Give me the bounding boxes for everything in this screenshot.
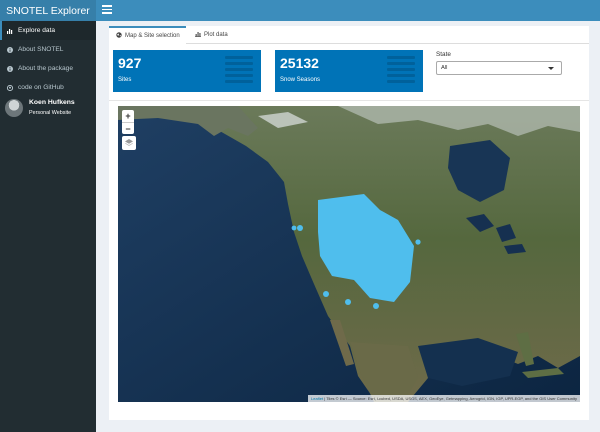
avatar (5, 99, 23, 117)
list-icon (225, 56, 253, 86)
caret-down-icon (548, 67, 554, 70)
user-name: Koen Hufkens (29, 99, 75, 106)
zoom-control: + − (122, 110, 134, 134)
state-select-value: All (441, 65, 448, 71)
sidebar-item-about-snotel[interactable]: About SNOTEL (0, 40, 96, 59)
zoom-in-button[interactable]: + (122, 110, 134, 122)
map-attribution: Leaflet | Tiles © Esri — Source: Esri, i… (308, 395, 580, 402)
tab-bar: Map & Site selection Plot data (109, 26, 589, 44)
main-panel: Map & Site selection Plot data 927 Sites… (109, 26, 589, 420)
sites-label: Sites (118, 77, 132, 83)
tab-map-site-selection[interactable]: Map & Site selection (109, 26, 186, 44)
bar-chart-icon (7, 28, 13, 34)
map-basemap (118, 106, 580, 402)
app-logo[interactable]: SNOTEL Explorer (0, 0, 96, 21)
sidebar-item-about-package[interactable]: About the package (0, 59, 96, 78)
info-icon (7, 65, 13, 72)
bar-chart-icon (195, 31, 201, 39)
personal-website-link[interactable]: Personal Website (29, 110, 75, 116)
snow-seasons-count: 25132 (280, 55, 319, 71)
state-select[interactable]: All (436, 61, 562, 75)
layers-control[interactable] (122, 136, 136, 150)
tab-label: Map & Site selection (125, 33, 180, 39)
sidebar-item-explore-data[interactable]: Explore data (0, 21, 96, 40)
state-label: State (436, 51, 451, 58)
top-navbar (96, 0, 600, 21)
user-panel: Koen Hufkens Personal Website (5, 99, 75, 117)
site-map[interactable]: + − Leaflet | Tiles © Esri — Source: Esr… (118, 106, 580, 402)
github-icon (7, 84, 13, 91)
sidebar-item-label: code on GitHub (18, 84, 64, 91)
list-icon (387, 56, 415, 86)
sidebar: Explore data About SNOTEL About the pack… (0, 21, 96, 432)
app-title: SNOTEL Explorer (6, 4, 90, 17)
divider (109, 100, 589, 101)
snow-seasons-label: Snow Seasons (280, 77, 321, 83)
info-icon (7, 46, 13, 53)
sites-value-box: 927 Sites (113, 50, 261, 92)
sidebar-toggle-icon[interactable] (102, 5, 112, 15)
snow-seasons-value-box: 25132 Snow Seasons (275, 50, 423, 92)
sites-count: 927 (118, 55, 142, 71)
sidebar-item-github[interactable]: code on GitHub (0, 78, 96, 97)
tab-label: Plot data (204, 32, 228, 38)
sidebar-item-label: About the package (18, 65, 73, 72)
attribution-text: | Tiles © Esri — Source: Esri, i-cubed, … (323, 396, 577, 401)
zoom-out-button[interactable]: − (122, 122, 134, 134)
layers-icon (125, 139, 133, 146)
leaflet-link[interactable]: Leaflet (311, 396, 323, 401)
sidebar-item-label: About SNOTEL (18, 46, 64, 53)
globe-icon (116, 32, 122, 40)
tab-plot-data[interactable]: Plot data (195, 26, 239, 44)
sidebar-item-label: Explore data (18, 27, 56, 34)
